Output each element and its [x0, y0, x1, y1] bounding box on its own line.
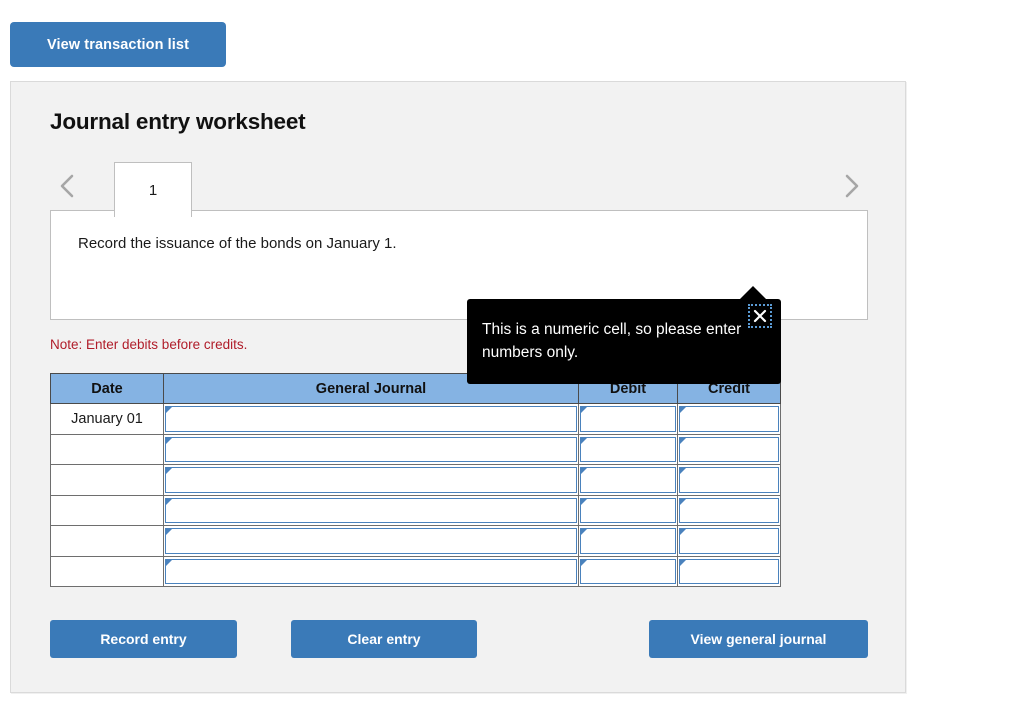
cell-debit-6[interactable]: [578, 555, 678, 587]
general-journal-input-1[interactable]: [166, 407, 576, 431]
page-title: Journal entry worksheet: [50, 109, 306, 134]
cell-debit-5[interactable]: [578, 525, 678, 557]
chevron-right-icon: [841, 172, 861, 200]
chevron-left-icon: [57, 172, 77, 200]
cell-credit-2[interactable]: [677, 433, 781, 465]
worksheet-tab-strip: 1: [50, 156, 868, 217]
view-transaction-list-button[interactable]: View transaction list: [10, 22, 226, 67]
journal-entry-worksheet-card: Journal entry worksheet 1 Record the iss…: [10, 81, 906, 693]
cell-credit-3[interactable]: [677, 464, 781, 496]
general-journal-input-2[interactable]: [166, 437, 576, 461]
clear-entry-button[interactable]: Clear entry: [291, 620, 477, 658]
credit-input-3[interactable]: [680, 468, 778, 492]
column-header-date: Date: [50, 373, 164, 404]
table-row: January 01: [50, 403, 781, 435]
general-journal-input-5[interactable]: [166, 529, 576, 553]
cell-credit-6[interactable]: [677, 555, 781, 587]
tooltip-message: This is a numeric cell, so please enter …: [482, 321, 742, 361]
previous-entry-button[interactable]: [50, 166, 84, 206]
credit-input-5[interactable]: [680, 529, 778, 553]
cell-general-journal-1[interactable]: [163, 403, 579, 435]
general-journal-input-4[interactable]: [166, 498, 576, 522]
view-general-journal-button[interactable]: View general journal: [649, 620, 868, 658]
general-journal-input-6[interactable]: [166, 559, 576, 583]
cell-debit-1[interactable]: [578, 403, 678, 435]
numeric-cell-tooltip: This is a numeric cell, so please enter …: [467, 286, 781, 384]
general-journal-input-3[interactable]: [166, 468, 576, 492]
close-x-icon: [753, 309, 767, 323]
tooltip-close-button[interactable]: [748, 304, 772, 328]
debit-input-2[interactable]: [581, 437, 675, 461]
cell-debit-2[interactable]: [578, 433, 678, 465]
debit-input-6[interactable]: [581, 559, 675, 583]
cell-date-3[interactable]: [50, 464, 164, 496]
cell-date-6[interactable]: [50, 555, 164, 587]
tooltip-pointer-arrow: [739, 286, 767, 300]
worksheet-tab-label: 1: [148, 181, 158, 199]
cell-debit-4[interactable]: [578, 494, 678, 526]
credit-input-1[interactable]: [680, 407, 778, 431]
table-row: [50, 494, 781, 526]
table-row: [50, 433, 781, 465]
cell-credit-1[interactable]: [677, 403, 781, 435]
cell-date-5[interactable]: [50, 525, 164, 557]
cell-general-journal-6[interactable]: [163, 555, 579, 587]
cell-date-4[interactable]: [50, 494, 164, 526]
table-row: [50, 464, 781, 496]
cell-credit-4[interactable]: [677, 494, 781, 526]
cell-date-2[interactable]: [50, 433, 164, 465]
cell-credit-5[interactable]: [677, 525, 781, 557]
credit-input-4[interactable]: [680, 498, 778, 522]
worksheet-tab-1[interactable]: 1: [114, 162, 192, 217]
debit-input-3[interactable]: [581, 468, 675, 492]
credit-input-2[interactable]: [680, 437, 778, 461]
record-entry-button[interactable]: Record entry: [50, 620, 237, 658]
transaction-description-text: Record the issuance of the bonds on Janu…: [78, 235, 397, 252]
debit-input-1[interactable]: [581, 407, 675, 431]
table-row: [50, 555, 781, 587]
debits-before-credits-note: Note: Enter debits before credits.: [50, 337, 248, 352]
cell-general-journal-2[interactable]: [163, 433, 579, 465]
credit-input-6[interactable]: [680, 559, 778, 583]
debit-input-4[interactable]: [581, 498, 675, 522]
cell-general-journal-5[interactable]: [163, 525, 579, 557]
journal-entry-table: Date General Journal Debit Credit Januar…: [50, 373, 781, 587]
table-row: [50, 525, 781, 557]
cell-general-journal-3[interactable]: [163, 464, 579, 496]
cell-date-1[interactable]: January 01: [50, 403, 164, 435]
cell-debit-3[interactable]: [578, 464, 678, 496]
next-entry-button[interactable]: [834, 166, 868, 206]
debit-input-5[interactable]: [581, 529, 675, 553]
cell-general-journal-4[interactable]: [163, 494, 579, 526]
app-root: View transaction list Journal entry work…: [0, 0, 1024, 714]
